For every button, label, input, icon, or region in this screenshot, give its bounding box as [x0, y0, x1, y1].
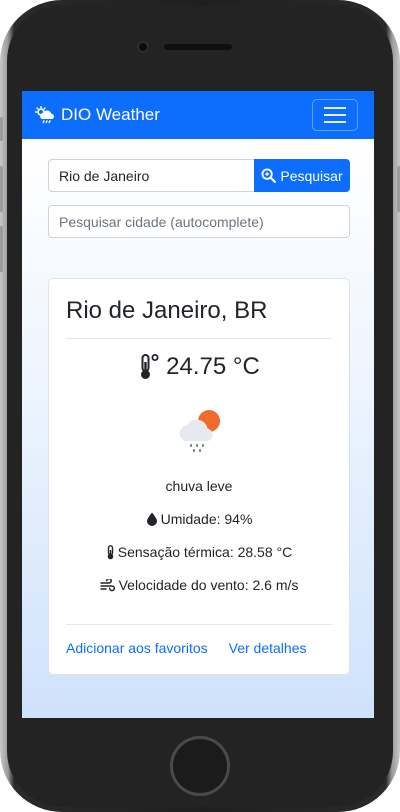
wind-row: Velocidade do vento: 2.6 m/s: [49, 577, 349, 593]
city-name: Rio de Janeiro, BR: [66, 297, 268, 324]
card-footer-divider: [66, 624, 332, 625]
front-camera: [137, 41, 149, 53]
temperature-value: 24.75 °C: [166, 353, 260, 380]
feels-like-row: Sensação térmica: 28.58 °C: [49, 544, 349, 560]
humidity-row: Umidade: 94%: [49, 511, 349, 527]
mute-switch: [0, 117, 3, 141]
earpiece-speaker: [164, 44, 232, 50]
thermometer-small-icon: [107, 544, 114, 559]
navbar-toggler[interactable]: [312, 99, 358, 131]
droplet-icon: [146, 512, 157, 526]
card-divider: [66, 338, 332, 339]
light-rain-day-icon: [179, 410, 220, 452]
temperature-row: 24.75 °C: [49, 353, 349, 381]
thermometer-icon: [141, 354, 159, 379]
cloud-sun-rain-icon: [34, 106, 54, 124]
search-button[interactable]: Pesquisar: [254, 159, 350, 192]
search-icon: [261, 168, 277, 183]
card-actions: Adicionar aos favoritos Ver detalhes: [66, 640, 306, 656]
search-button-label: Pesquisar: [280, 167, 343, 184]
search-form: Pesquisar: [48, 159, 350, 192]
weather-card: Rio de Janeiro, BR 24.75 °C chuva leve U…: [48, 278, 350, 675]
humidity-text: Umidade: 94%: [160, 511, 253, 527]
brand-title: DIO Weather: [61, 105, 160, 124]
home-button[interactable]: [170, 736, 230, 796]
volume-up-button: [0, 166, 3, 212]
view-details-link[interactable]: Ver detalhes: [229, 640, 307, 656]
phone-frame: DIO Weather Pesquisar Rio d: [0, 0, 400, 812]
weather-description: chuva leve: [165, 478, 233, 494]
volume-down-button: [0, 226, 3, 272]
autocomplete-city-input[interactable]: [48, 205, 350, 238]
hamburger-menu-icon: [324, 107, 346, 109]
app-screen: DIO Weather Pesquisar Rio d: [22, 91, 374, 718]
wind-text: Velocidade do vento: 2.6 m/s: [118, 577, 299, 593]
navbar: DIO Weather: [22, 91, 374, 139]
add-favorite-link[interactable]: Adicionar aos favoritos: [66, 640, 208, 656]
brand[interactable]: DIO Weather: [34, 105, 160, 125]
city-search-input[interactable]: [48, 159, 254, 192]
feels-like-text: Sensação térmica: 28.58 °C: [117, 544, 293, 560]
wind-icon: [99, 578, 115, 591]
